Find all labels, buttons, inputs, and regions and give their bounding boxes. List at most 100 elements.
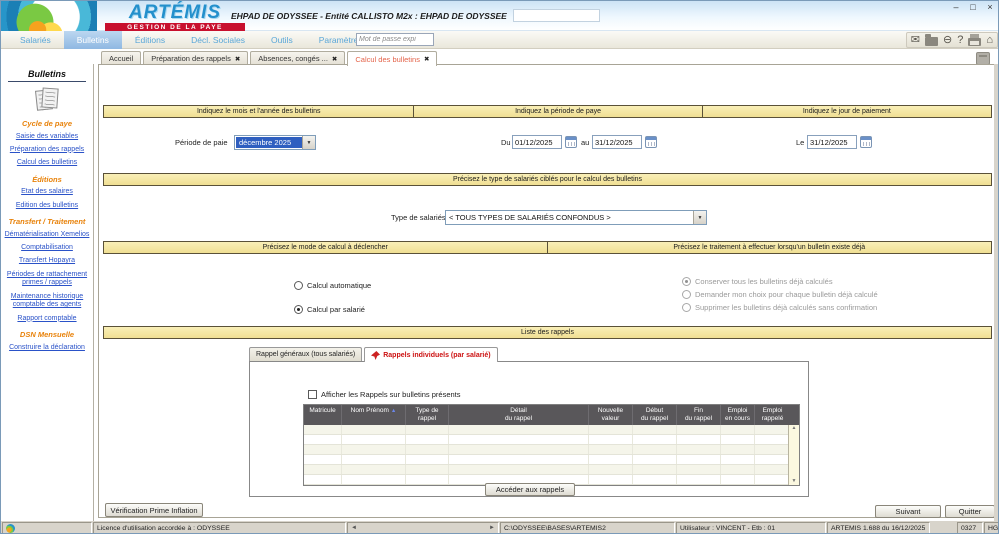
sidebar-link-etat-des-salaires[interactable]: Etat des salaires — [3, 188, 91, 197]
column-header[interactable]: Matricule — [304, 405, 342, 425]
radio-icon[interactable] — [682, 277, 691, 286]
column-header[interactable]: Détail du rappel — [449, 405, 589, 425]
scroll-left-icon[interactable]: ◄ — [351, 525, 357, 531]
tab-calcul-des-bulletins[interactable]: Calcul des bulletins ✖ — [347, 51, 437, 66]
type-de-salaries-select[interactable]: < TOUS TYPES DE SALARIÉS CONFONDUS > ▼ — [445, 210, 707, 225]
sidebar-link-transfert-hopayra[interactable]: Transfert Hopayra — [3, 257, 91, 266]
menu-bulletins[interactable]: Bulletins — [64, 31, 122, 49]
header-mois-annee: Indiquez le mois et l'année des bulletin… — [104, 106, 414, 117]
folder-icon[interactable] — [925, 37, 938, 46]
brand-name: ARTÉMIS — [105, 2, 245, 23]
rappels-panel: Afficher les Rappels sur bulletins prése… — [249, 361, 809, 497]
menu-outils[interactable]: Outils — [258, 31, 306, 49]
version-status: ARTEMIS 1.688 du 16/12/2025 — [827, 522, 930, 534]
radio-icon[interactable] — [682, 290, 691, 299]
sidebar-title: Bulletins — [1, 69, 93, 79]
suivant-button[interactable]: Suivant — [875, 505, 941, 518]
scroll-up-icon[interactable]: ▲ — [792, 425, 797, 432]
sidebar-link-maintenance-historique[interactable]: Maintenance historique comptable des age… — [3, 293, 91, 311]
periode-de-paie-select[interactable]: décembre 2025 ▼ — [234, 135, 316, 150]
scroll-down-icon[interactable]: ▼ — [792, 478, 797, 485]
column-header[interactable]: Type de rappel — [406, 405, 449, 425]
sidebar-link-saisie-des-variables[interactable]: Saisie des variables — [3, 133, 91, 142]
radio-icon[interactable] — [682, 303, 691, 312]
vertical-scrollbar[interactable]: ▲ ▼ — [788, 425, 799, 485]
column-header[interactable]: Emploi rappelé — [755, 405, 790, 425]
radio-calcul-automatique[interactable]: Calcul automatique — [294, 281, 371, 290]
checkbox-icon[interactable] — [308, 390, 317, 399]
radio-label: Supprimer les bulletins déjà calculés sa… — [695, 303, 877, 312]
table-row[interactable] — [304, 445, 799, 455]
column-header[interactable]: Emploi en cours — [721, 405, 755, 425]
sidebar-link-edition-des-bulletins[interactable]: Edition des bulletins — [3, 202, 91, 211]
radio-icon[interactable] — [294, 305, 303, 314]
tab-accueil[interactable]: Accueil — [101, 51, 141, 65]
sidebar-link-preparation-des-rappels[interactable]: Préparation des rappels — [3, 146, 91, 155]
minimize-button[interactable]: ‒ — [951, 2, 961, 12]
radio-label: Conserver tous les bulletins déjà calcul… — [695, 277, 833, 286]
close-tab-icon[interactable]: ✖ — [235, 55, 240, 63]
column-header[interactable]: Nom Prénom▲ — [342, 405, 406, 425]
print-icon[interactable] — [968, 38, 981, 46]
sidebar-link-rapport-comptable[interactable]: Rapport comptable — [3, 315, 91, 324]
sidebar-link-dematerialisation-xemelios[interactable]: Dématérialisation Xemelios — [3, 231, 91, 240]
scroll-right-icon[interactable]: ► — [489, 525, 495, 531]
sidebar-link-periodes-rattachement[interactable]: Périodes de rattachement primes / rappel… — [3, 271, 91, 289]
titlebar: ARTÉMIS GESTION DE LA PAYE EHPAD DE ODYS… — [1, 1, 999, 31]
radio-demander-choix[interactable]: Demander mon choix pour chaque bulletin … — [682, 290, 878, 299]
sidebar-link-construire-la-declaration[interactable]: Construire la déclaration — [3, 344, 91, 353]
table-row[interactable] — [304, 425, 799, 435]
mail-icon[interactable]: ✉ — [911, 33, 920, 47]
close-tab-icon[interactable]: ✖ — [332, 55, 337, 63]
close-tab-icon[interactable]: ✖ — [424, 55, 429, 63]
password-expiry-field[interactable] — [356, 33, 434, 46]
tab-preparation-des-rappels[interactable]: Préparation des rappels ✖ — [143, 51, 248, 65]
sort-icon[interactable]: ▲ — [391, 408, 396, 414]
column-header[interactable]: Nouvelle valeur — [589, 405, 633, 425]
radio-conserver-bulletins[interactable]: Conserver tous les bulletins déjà calcul… — [682, 277, 833, 286]
statusbar: Licence d'utilisation accordée à : ODYSS… — [1, 521, 999, 534]
menu-editions[interactable]: Éditions — [122, 31, 178, 49]
chevron-down-icon[interactable]: ▼ — [693, 211, 706, 224]
tab-absences-conges[interactable]: Absences, congés ... ✖ — [250, 51, 345, 65]
periode-de-paie-label: Période de paie — [175, 138, 228, 147]
status-logo-icon — [6, 524, 15, 533]
menu-decl-sociales[interactable]: Décl. Sociales — [178, 31, 258, 49]
date-paiement-field[interactable]: 31/12/2025 — [807, 135, 857, 149]
table-row[interactable] — [304, 465, 799, 475]
radio-icon[interactable] — [294, 281, 303, 290]
status-scroller: ◄ ► — [347, 522, 499, 534]
tab-rappels-individuels[interactable]: Rappels individuels (par salarié) — [364, 347, 497, 362]
verification-prime-inflation-button[interactable]: Vérification Prime Inflation — [105, 503, 203, 517]
tab-rappels-generaux[interactable]: Rappel généraux (tous salariés) — [249, 347, 362, 361]
menu-salaries[interactable]: Salariés — [7, 31, 64, 49]
quitter-button[interactable]: Quitter — [945, 505, 995, 518]
sidebar-link-calcul-des-bulletins[interactable]: Calcul des bulletins — [3, 159, 91, 168]
column-header[interactable]: Début du rappel — [633, 405, 677, 425]
afficher-rappels-checkbox-row[interactable]: Afficher les Rappels sur bulletins prése… — [308, 390, 461, 399]
maximize-button[interactable]: □ — [968, 2, 978, 12]
title-input[interactable] — [513, 9, 600, 22]
calendar-icon[interactable] — [645, 136, 657, 148]
sidebar-link-comptabilisation[interactable]: Comptabilisation — [3, 244, 91, 253]
radio-calcul-par-salarie[interactable]: Calcul par salarié — [294, 305, 365, 314]
calendar-icon[interactable] — [565, 136, 577, 148]
date-debut-field[interactable]: 01/12/2025 — [512, 135, 562, 149]
home-icon[interactable]: ⌂ — [986, 33, 993, 47]
periode-de-paie-value: décembre 2025 — [236, 137, 302, 148]
calendar-icon[interactable] — [860, 136, 872, 148]
help-icon[interactable]: ? — [957, 33, 963, 47]
type-de-salaries-label: Type de salariés — [391, 213, 446, 222]
acceder-aux-rappels-button[interactable]: Accéder aux rappels — [485, 483, 575, 496]
pushpin-icon — [371, 351, 380, 360]
status-logo-segment — [2, 522, 92, 534]
table-row[interactable] — [304, 455, 799, 465]
table-row[interactable] — [304, 435, 799, 445]
minus-circle-icon[interactable]: ⊖ — [943, 33, 952, 47]
chevron-down-icon[interactable]: ▼ — [302, 136, 315, 149]
user-status: Utilisateur : VINCENT - Etb : 01 — [676, 522, 826, 534]
column-header[interactable]: Fin du rappel — [677, 405, 721, 425]
date-fin-field[interactable]: 31/12/2025 — [592, 135, 642, 149]
close-button[interactable]: × — [985, 2, 995, 12]
radio-supprimer-bulletins[interactable]: Supprimer les bulletins déjà calculés sa… — [682, 303, 877, 312]
